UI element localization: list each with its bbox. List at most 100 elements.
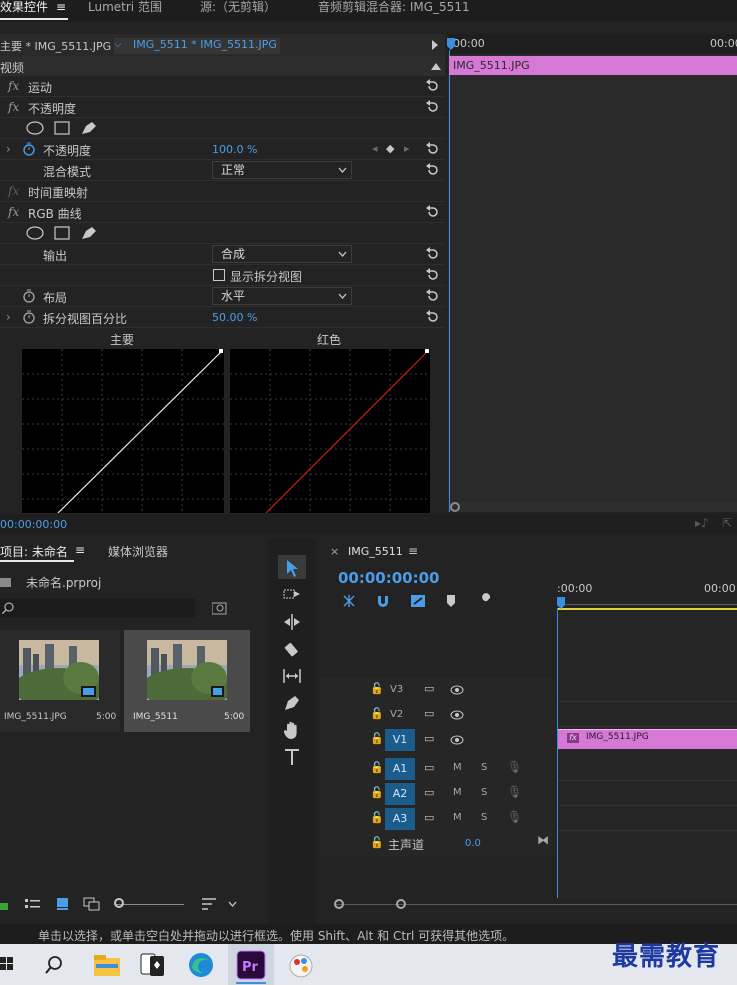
reset-icon[interactable] — [425, 309, 441, 325]
edge-browser-icon[interactable] — [186, 950, 216, 980]
stopwatch-icon[interactable] — [22, 142, 36, 156]
fx-icon[interactable]: fx — [8, 184, 19, 198]
solo-button[interactable]: S — [481, 812, 487, 823]
work-area-bar[interactable] — [557, 608, 737, 610]
ec-scrollbar[interactable] — [450, 502, 737, 512]
effect-row-rgb-curves[interactable]: fx RGB 曲线 — [0, 202, 445, 223]
track-lock-icon[interactable]: 🔓 — [370, 786, 384, 799]
type-tool-icon[interactable] — [282, 747, 302, 767]
zoom-slider[interactable] — [116, 904, 184, 905]
collapse-up-icon[interactable] — [431, 62, 441, 70]
chevron-down-icon[interactable] — [228, 901, 237, 908]
master-clip-label[interactable]: 主要 * IMG_5511.JPG — [0, 38, 111, 54]
property-row-split-percent[interactable]: › 拆分视图百分比 50.00 % — [0, 307, 445, 328]
reset-icon[interactable] — [425, 267, 441, 283]
play-triangle-icon[interactable] — [431, 40, 439, 50]
expand-chevron-icon[interactable]: › — [6, 142, 11, 156]
property-row-blend-mode[interactable]: 混合模式 正常 — [0, 160, 445, 181]
blend-mode-dropdown[interactable]: 正常 — [212, 161, 352, 179]
track-v3[interactable]: 🔓 V3 ▭ — [320, 678, 737, 702]
pen-tool-icon[interactable] — [282, 693, 302, 713]
play-audio-icon[interactable]: ▸♪ — [695, 516, 709, 530]
reset-icon[interactable] — [425, 204, 441, 220]
ec-clip-bar[interactable]: IMG_5511.JPG — [449, 56, 737, 75]
fx-icon[interactable]: fx — [8, 100, 19, 114]
track-target-a1[interactable]: A1 — [385, 758, 415, 780]
track-lock-icon[interactable]: 🔓 — [370, 682, 384, 695]
pen-mask-icon[interactable] — [80, 120, 98, 136]
sync-lock-icon[interactable]: ▭ — [424, 732, 434, 745]
microphone-icon[interactable]: 🎙 — [507, 760, 522, 774]
chevron-down-icon[interactable]: ⌵ — [114, 39, 122, 50]
rectangle-mask-icon[interactable] — [54, 121, 70, 135]
eye-icon[interactable] — [450, 710, 464, 720]
solitaire-icon[interactable] — [138, 950, 168, 980]
slip-tool-icon[interactable] — [282, 666, 302, 686]
pen-mask-icon[interactable] — [80, 225, 98, 241]
file-explorer-icon[interactable] — [92, 950, 122, 980]
ripple-edit-tool-icon[interactable] — [282, 612, 302, 632]
reset-icon[interactable] — [425, 288, 441, 304]
track-target-a3[interactable]: A3 — [385, 808, 415, 830]
close-sequence-icon[interactable]: × — [330, 545, 339, 558]
project-item-selected[interactable]: IMG_5511 5:00 — [124, 630, 250, 732]
track-select-tool-icon[interactable] — [282, 585, 302, 605]
microphone-icon[interactable]: 🎙 — [507, 810, 522, 824]
effect-row-opacity[interactable]: fx 不透明度 — [0, 97, 445, 118]
layout-dropdown[interactable]: 水平 — [212, 287, 352, 305]
solo-button[interactable]: S — [481, 787, 487, 798]
property-row-layout[interactable]: 布局 水平 — [0, 286, 445, 307]
export-frame-icon[interactable]: ⇱ — [722, 516, 732, 530]
ec-timeline-area[interactable] — [448, 34, 737, 512]
tab-audio-clip-mixer[interactable]: 音频剪辑混合器: IMG_5511 — [318, 0, 470, 22]
razor-tool-icon[interactable] — [282, 639, 302, 659]
sync-lock-icon[interactable]: ▭ — [424, 761, 434, 774]
track-a2[interactable]: 🔓 A2 ▭ M S 🎙 — [320, 782, 737, 806]
track-target-v1[interactable]: V1 — [385, 729, 415, 751]
microphone-icon[interactable]: 🎙 — [507, 785, 522, 799]
list-view-icon[interactable] — [25, 898, 41, 910]
zoom-slider-handle[interactable] — [114, 898, 124, 908]
split-percent-value[interactable]: 50.00 % — [212, 311, 257, 324]
linked-selection-icon[interactable] — [410, 594, 426, 608]
tab-lumetri-scopes[interactable]: Lumetri 范围 — [88, 0, 162, 22]
red-curve-graph[interactable] — [230, 349, 430, 513]
rectangle-mask-icon[interactable] — [54, 226, 70, 240]
track-lock-icon[interactable]: 🔓 — [370, 761, 384, 774]
eye-icon[interactable] — [450, 735, 464, 745]
sequence-timecode[interactable]: 00:00:00:00 — [338, 569, 440, 587]
effect-row-time-remap[interactable]: fx 时间重映射 — [0, 181, 445, 202]
sync-lock-icon[interactable]: ▭ — [424, 811, 434, 824]
track-lock-icon[interactable]: 🔓 — [370, 836, 384, 849]
track-lock-icon[interactable]: 🔓 — [370, 811, 384, 824]
project-search-input[interactable] — [0, 598, 195, 618]
prev-keyframe-icon[interactable]: ◂ — [372, 142, 378, 155]
reset-icon[interactable] — [425, 99, 441, 115]
sequence-menu-icon[interactable]: ≡ — [408, 544, 418, 558]
timeline-clip[interactable]: fx IMG_5511.JPG — [558, 729, 737, 749]
master-curve-graph[interactable] — [22, 349, 224, 513]
expand-chevron-icon[interactable]: › — [6, 310, 11, 324]
zoom-handle-right[interactable] — [396, 899, 406, 909]
wrench-settings-icon[interactable] — [478, 593, 494, 609]
stopwatch-icon[interactable] — [22, 310, 36, 324]
fx-icon[interactable]: fx — [8, 79, 19, 93]
track-label[interactable]: V2 — [390, 709, 403, 720]
sequence-ruler[interactable]: :00:00 00:00 — [557, 578, 737, 610]
track-lock-icon[interactable]: 🔓 — [370, 707, 384, 720]
playhead-icon[interactable] — [447, 38, 455, 50]
project-menu-icon[interactable]: ≡ — [75, 543, 85, 557]
fx-icon[interactable]: fx — [8, 205, 19, 219]
scroll-handle[interactable] — [450, 502, 460, 512]
sequence-tab[interactable]: IMG_5511 — [348, 545, 403, 558]
icon-view-icon[interactable] — [57, 898, 69, 910]
mute-button[interactable]: M — [453, 787, 462, 798]
sequence-clip-label[interactable]: IMG_5511 * IMG_5511.JPG — [133, 38, 277, 51]
add-marker-icon[interactable] — [446, 594, 456, 608]
opacity-value[interactable]: 100.0 % — [212, 143, 257, 156]
show-split-checkbox[interactable] — [213, 269, 225, 281]
freeform-view-icon[interactable] — [83, 897, 101, 911]
reset-icon[interactable] — [425, 162, 441, 178]
next-keyframe-icon[interactable]: ▸ — [404, 142, 410, 155]
premiere-pro-icon[interactable]: Pr — [236, 950, 266, 980]
